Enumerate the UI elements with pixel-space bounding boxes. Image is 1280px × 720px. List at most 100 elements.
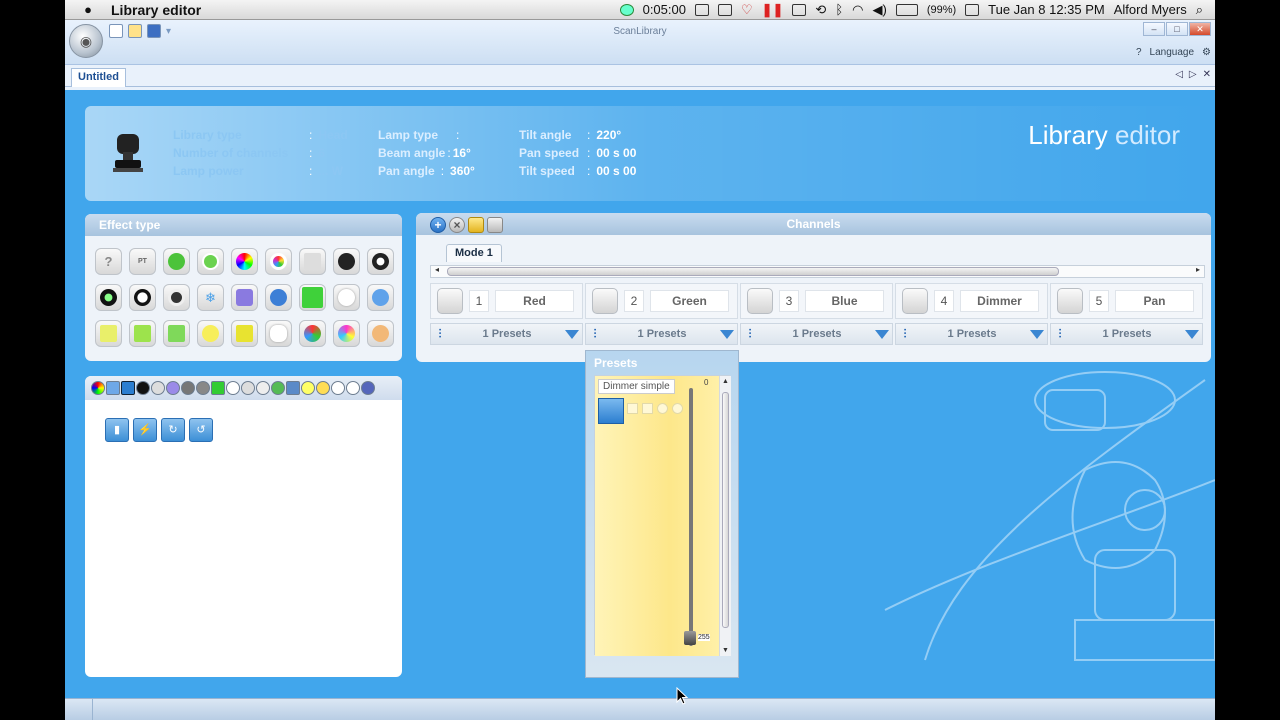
- tab-untitled[interactable]: Untitled: [71, 68, 126, 87]
- user-name[interactable]: Alford Myers: [1114, 2, 1187, 17]
- beam-green-icon[interactable]: [129, 320, 156, 347]
- sliders-icon[interactable]: ⫶: [586, 327, 604, 342]
- rgb-mix-icon[interactable]: [299, 320, 326, 347]
- help-tool-icon[interactable]: [331, 381, 345, 395]
- tab-mode-1[interactable]: Mode 1: [446, 244, 502, 262]
- beam-rotate-icon[interactable]: [163, 320, 190, 347]
- sliders-icon[interactable]: ⫶: [431, 327, 449, 342]
- iris-icon[interactable]: [265, 284, 292, 311]
- channel-presets-row[interactable]: ⫶ 1 Presets: [430, 323, 583, 345]
- clock-text[interactable]: Tue Jan 8 12:35 PM: [988, 2, 1105, 17]
- presets-scrollbar[interactable]: ▲ ▼: [719, 376, 731, 656]
- shield-icon[interactable]: [717, 3, 732, 16]
- add-channel-icon[interactable]: +: [430, 217, 446, 233]
- gobo-rotation-icon[interactable]: [333, 248, 360, 275]
- preset-slot[interactable]: [672, 403, 683, 414]
- cloud-tool-icon[interactable]: [346, 381, 360, 395]
- minimize-icon[interactable]: –: [1143, 22, 1165, 36]
- pan-tilt-effect-icon[interactable]: PT: [129, 248, 156, 275]
- app-menu-name[interactable]: Library editor: [111, 2, 201, 18]
- preset-shutter-icon[interactable]: [598, 398, 624, 424]
- battery-icon[interactable]: [895, 3, 918, 16]
- channel-effect-icon[interactable]: [902, 288, 928, 314]
- white-tool-icon[interactable]: [226, 381, 240, 395]
- gobo-wheel-icon[interactable]: [367, 248, 394, 275]
- bulb-icon[interactable]: [197, 320, 224, 347]
- green-effect-icon[interactable]: [163, 248, 190, 275]
- lamp-control-icon[interactable]: [231, 320, 258, 347]
- preset-slot[interactable]: [627, 403, 638, 414]
- sliders-icon[interactable]: ⫶: [741, 327, 759, 342]
- presets-dropdown-icon[interactable]: [1030, 329, 1044, 339]
- channel-effect-icon[interactable]: [592, 288, 618, 314]
- blue-beam-icon[interactable]: [367, 284, 394, 311]
- copy-channel-icon[interactable]: [468, 217, 484, 233]
- random-icon[interactable]: ↺: [189, 418, 213, 442]
- selected-tool-icon[interactable]: [121, 381, 135, 395]
- lamp-tool-icon[interactable]: [316, 381, 330, 395]
- timer-text[interactable]: 0:05:00: [643, 2, 686, 17]
- sliders-icon[interactable]: ⫶: [1051, 327, 1069, 342]
- channel-presets-row[interactable]: ⫶ 1 Presets: [895, 323, 1048, 345]
- frost-tool-icon[interactable]: [151, 381, 165, 395]
- green-square-icon[interactable]: [299, 284, 326, 311]
- channel-name-field[interactable]: Red: [495, 290, 574, 312]
- prism-tool-icon[interactable]: [166, 381, 180, 395]
- color-tool-icon[interactable]: [91, 381, 105, 395]
- wifi-icon[interactable]: ◠: [852, 2, 863, 18]
- bluetooth-icon[interactable]: ᛒ: [835, 2, 843, 17]
- green-tool-icon[interactable]: [211, 381, 225, 395]
- presets-dropdown-icon[interactable]: [1185, 329, 1199, 339]
- info-tool-icon[interactable]: [361, 381, 375, 395]
- channel-effect-icon[interactable]: [437, 288, 463, 314]
- channel-name-field[interactable]: Dimmer: [960, 290, 1039, 312]
- cmy-mix-icon[interactable]: [333, 320, 360, 347]
- white-ellipse-icon[interactable]: [265, 320, 292, 347]
- gobo-white-icon[interactable]: [129, 284, 156, 311]
- square-tool-icon[interactable]: [106, 381, 120, 395]
- shutter-open-icon[interactable]: ▮: [105, 418, 129, 442]
- channel-name-field[interactable]: Green: [650, 290, 729, 312]
- channels-scrollbar[interactable]: ◂ ▸: [430, 265, 1205, 278]
- white-circle-icon[interactable]: [333, 284, 360, 311]
- close-icon[interactable]: ✕: [1189, 22, 1211, 36]
- help-icon[interactable]: ?: [1136, 47, 1142, 58]
- settings-icon[interactable]: ⚙: [1202, 47, 1211, 58]
- record-pause-icon[interactable]: ❚❚: [762, 2, 784, 18]
- paste-channel-icon[interactable]: [487, 217, 503, 233]
- preset-name[interactable]: Dimmer simple: [598, 379, 675, 394]
- channel-effect-icon[interactable]: [1057, 288, 1083, 314]
- channel-name-field[interactable]: Blue: [805, 290, 884, 312]
- presets-scroll-thumb[interactable]: [722, 392, 729, 628]
- gobo-tool-icon[interactable]: [136, 381, 150, 395]
- time-machine-icon[interactable]: ⟲: [815, 2, 826, 18]
- sliders-icon[interactable]: ⫶: [896, 327, 914, 342]
- prism-icon[interactable]: [231, 284, 258, 311]
- channel-presets-row[interactable]: ⫶ 1 Presets: [1050, 323, 1203, 345]
- image-tool-icon[interactable]: [286, 381, 300, 395]
- spotlight-icon[interactable]: ⌕: [1196, 2, 1203, 18]
- channel-name-field[interactable]: Pan: [1115, 290, 1194, 312]
- channel-effect-icon[interactable]: [747, 288, 773, 314]
- channel-presets-row[interactable]: ⫶ 1 Presets: [740, 323, 893, 345]
- color-wheel-2-icon[interactable]: [265, 248, 292, 275]
- frost-icon[interactable]: ❄: [197, 284, 224, 311]
- strobe-icon[interactable]: ⚡: [133, 418, 157, 442]
- volume-icon[interactable]: ◀): [872, 2, 886, 18]
- beam-tool-icon[interactable]: [241, 381, 255, 395]
- tab-prev-icon[interactable]: ◁: [1175, 69, 1183, 80]
- preset-fader-track[interactable]: [689, 388, 693, 646]
- tab-close-icon[interactable]: ✕: [1203, 69, 1211, 80]
- green-gobo-icon[interactable]: [197, 248, 224, 275]
- input-menu-icon[interactable]: [965, 3, 980, 16]
- heart-icon[interactable]: ♡: [741, 2, 753, 18]
- presets-dropdown-icon[interactable]: [720, 329, 734, 339]
- scroll-up-icon[interactable]: ▲: [722, 378, 729, 385]
- scroll-left-icon[interactable]: ◂: [435, 265, 439, 274]
- iris-tool-icon[interactable]: [181, 381, 195, 395]
- gobo-green-icon[interactable]: [95, 284, 122, 311]
- color-wheel-icon[interactable]: [231, 248, 258, 275]
- display-icon[interactable]: [792, 3, 807, 16]
- maximize-icon[interactable]: □: [1166, 22, 1188, 36]
- beam-yellow-icon[interactable]: [95, 320, 122, 347]
